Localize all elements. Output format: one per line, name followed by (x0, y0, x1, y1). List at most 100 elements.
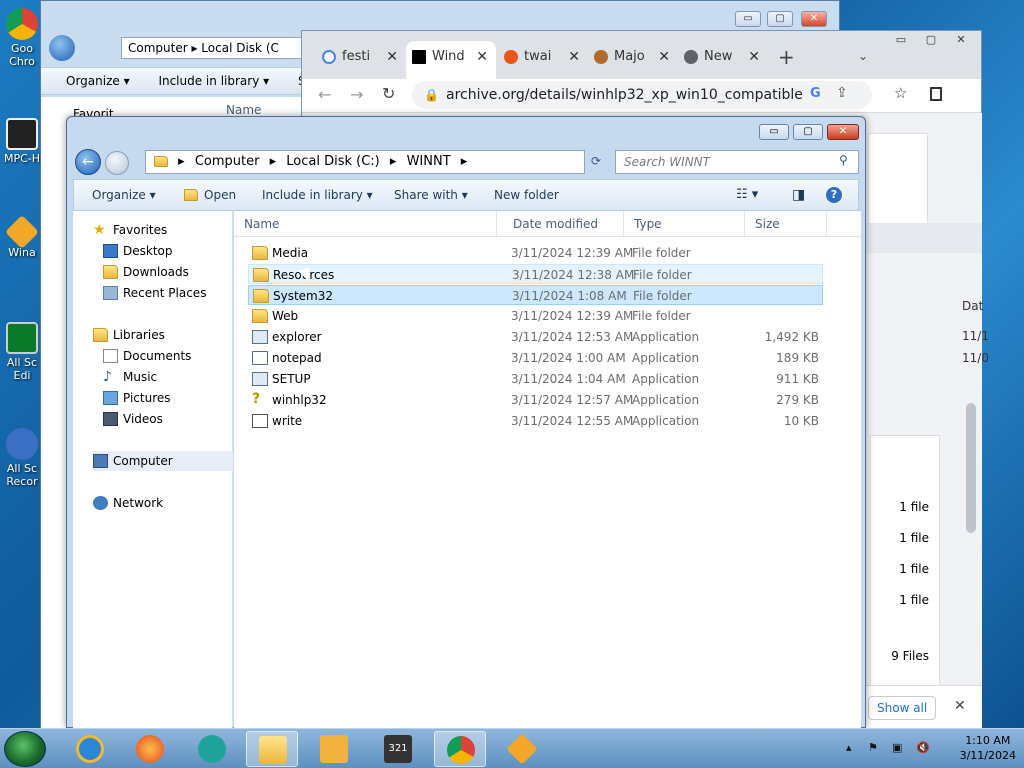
tab-close-icon[interactable]: ✕ (386, 41, 398, 73)
desktop-icon-editor[interactable]: All Sc Edi (0, 322, 44, 382)
include-library-menu[interactable]: Include in library ▾ (158, 74, 269, 88)
maximize-button[interactable]: ▢ (793, 124, 823, 140)
new-tab-button[interactable]: + (778, 45, 795, 69)
taskbar-chrome[interactable] (434, 731, 486, 767)
column-date-modified[interactable]: Date modified (503, 211, 624, 237)
desktop-icon-winamp[interactable]: Wina (0, 215, 44, 259)
google-lens-icon[interactable]: G (810, 86, 821, 101)
breadcrumb-local-disk[interactable]: Local Disk (C:) (286, 154, 379, 169)
nav-pictures[interactable]: Pictures (103, 388, 171, 408)
side-panel-icon[interactable] (930, 87, 942, 101)
tab-majo[interactable]: Majo ✕ (588, 41, 678, 79)
new-folder-button[interactable]: New folder (494, 180, 559, 210)
taskbar-ie[interactable] (64, 731, 116, 767)
taskbar-app[interactable] (186, 731, 238, 767)
open-button[interactable]: Open (204, 180, 236, 210)
taskbar-321[interactable]: 321 (372, 731, 424, 767)
back-arrow-icon[interactable]: ← (318, 85, 331, 104)
preview-pane-icon[interactable]: ◨ (792, 180, 805, 210)
breadcrumb-winnt[interactable]: WINNT (407, 154, 451, 169)
breadcrumb-computer[interactable]: Computer (195, 154, 260, 169)
tab-new[interactable]: New ✕ (678, 41, 768, 79)
desktop-icon-chrome[interactable]: Goo Chro (0, 8, 44, 68)
nav-recent-places[interactable]: Recent Places (103, 283, 206, 303)
show-hidden-icons[interactable]: ▴ (846, 741, 852, 754)
search-input[interactable]: Search WINNT (615, 150, 859, 174)
tab-close-icon[interactable]: ✕ (748, 41, 760, 73)
taskbar-winamp[interactable] (496, 731, 548, 767)
include-library-menu[interactable]: Include in library ▾ (262, 180, 373, 210)
tab-close-icon[interactable]: ✕ (658, 41, 670, 73)
share-with-menu[interactable]: Share with ▾ (394, 180, 468, 210)
file-size: 911 KB (776, 372, 819, 386)
nav-desktop[interactable]: Desktop (103, 241, 173, 261)
forward-arrow-icon[interactable]: → (350, 85, 363, 104)
organize-menu[interactable]: Organize ▾ (92, 180, 156, 210)
nav-music[interactable]: ♪ Music (103, 367, 157, 387)
help-icon[interactable]: ? (826, 187, 842, 203)
tab-wind[interactable]: Wind ✕ (406, 41, 496, 79)
minimize-button[interactable]: ▭ (759, 124, 789, 140)
column-name[interactable]: Name (226, 103, 261, 117)
download-bar-close-button[interactable]: ✕ (954, 698, 966, 714)
view-options-icon[interactable]: ☷ ▾ (736, 180, 758, 210)
network-icon[interactable]: ▣ (892, 741, 902, 754)
file-row-web[interactable]: Web 3/11/2024 12:39 AM File folder (248, 306, 823, 326)
internet-explorer-icon (76, 735, 104, 763)
tab-search-chevron-icon[interactable]: ⌄ (858, 49, 868, 63)
nav-computer[interactable]: Computer (93, 451, 233, 471)
scrollbar-thumb[interactable] (966, 403, 976, 533)
address-bar[interactable]: ▸ Computer ▸ Local Disk (C:) ▸ WINNT ▸ (145, 150, 585, 174)
desktop-icon-mpc[interactable]: MPC-H (0, 118, 44, 165)
file-row-winhlp32[interactable]: ? winhlp32 3/11/2024 12:57 AM Application 27… (248, 390, 823, 410)
tab-twai[interactable]: twai ✕ (498, 41, 588, 79)
refresh-icon[interactable]: ⟳ (591, 154, 601, 168)
file-row-system32[interactable]: System32 3/11/2024 1:08 AM File folder (248, 285, 823, 305)
chrome-minimize-button[interactable]: ▭ (888, 33, 914, 47)
start-button[interactable] (4, 731, 46, 767)
chrome-close-button[interactable]: ✕ (948, 33, 974, 47)
taskbar-mpc[interactable] (308, 731, 360, 767)
file-name: System32 (273, 289, 334, 303)
close-button[interactable]: ✕ (801, 11, 827, 27)
column-size[interactable]: Size (745, 211, 827, 237)
nav-videos[interactable]: Videos (103, 409, 163, 429)
url-bar[interactable]: 🔒 archive.org/details/winhlp32_xp_win10_… (412, 81, 872, 109)
nav-downloads[interactable]: Downloads (103, 262, 189, 282)
column-type[interactable]: Type (624, 211, 745, 237)
nav-documents[interactable]: Documents (103, 346, 191, 366)
minimize-button[interactable]: ▭ (735, 11, 761, 27)
file-row-notepad[interactable]: notepad 3/11/2024 1:00 AM Application 189 K… (248, 348, 823, 368)
file-row-media[interactable]: Media 3/11/2024 12:39 AM File folder (248, 243, 823, 263)
chrome-maximize-button[interactable]: ▢ (918, 33, 944, 47)
file-row-resources[interactable]: Resources 3/11/2024 12:38 AM File folder (248, 264, 823, 284)
file-row-explorer[interactable]: explorer 3/11/2024 12:53 AM Application 1,4… (248, 327, 823, 347)
desktop-icon-recorder[interactable]: All Sc Recor (0, 428, 44, 488)
nav-network[interactable]: Network (93, 493, 163, 513)
explorer-window[interactable]: ▭ ▢ ✕ ← ▸ Computer ▸ Local Disk (C:) ▸ W… (66, 116, 866, 729)
taskbar-firefox[interactable] (124, 731, 176, 767)
forward-button[interactable] (105, 151, 129, 175)
nav-libraries[interactable]: Libraries (93, 325, 165, 345)
column-name[interactable]: Name (234, 211, 497, 237)
action-center-flag-icon[interactable]: ⚑ (868, 741, 878, 754)
close-button[interactable]: ✕ (827, 124, 859, 140)
bookmark-star-icon[interactable]: ☆ (894, 84, 907, 102)
back-arrow-icon[interactable] (49, 35, 75, 61)
file-row-write[interactable]: write 3/11/2024 12:55 AM Application 10 KB (248, 411, 823, 431)
organize-menu[interactable]: Organize ▾ (66, 74, 130, 88)
clock[interactable]: 1:10 AM 3/11/2024 (960, 733, 1016, 763)
tab-close-icon[interactable]: ✕ (476, 41, 488, 73)
tab-close-icon[interactable]: ✕ (568, 41, 580, 73)
file-row-setup[interactable]: SETUP 3/11/2024 1:04 AM Application 911 KB (248, 369, 823, 389)
tab-festi[interactable]: festi ✕ (316, 41, 406, 79)
volume-muted-icon[interactable]: 🔇 (916, 741, 930, 754)
nav-favorites[interactable]: ★ Favorites (93, 220, 167, 240)
search-icon[interactable]: ⚲ (839, 153, 848, 167)
taskbar-explorer[interactable] (246, 731, 298, 767)
show-all-button[interactable]: Show all (868, 696, 937, 720)
share-icon[interactable]: ⇪ (836, 85, 848, 101)
back-button[interactable]: ← (75, 149, 101, 175)
maximize-button[interactable]: ▢ (767, 11, 793, 27)
reload-icon[interactable]: ↻ (382, 84, 395, 103)
